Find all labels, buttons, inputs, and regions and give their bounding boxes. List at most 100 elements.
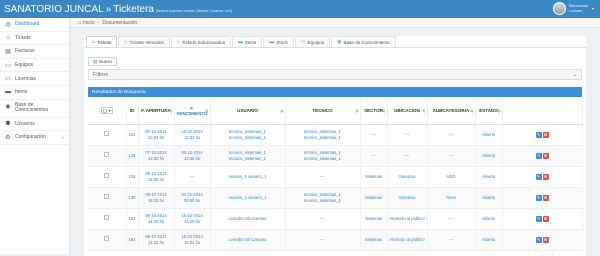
row-select-cell [88,187,127,209]
ticket-subcategoria: --- [427,229,476,251]
ticket-usuario[interactable]: usuario_1 usuario_1 [210,187,286,209]
ticket-tecnico[interactable]: tecnico_sistemas_1 tecnico_sistemas_1 [285,145,361,167]
sidebar-item-tickets[interactable]: ⌂ Tickets [0,32,69,46]
tab-stock[interactable]: ▬ Stock [263,36,294,47]
edit-button[interactable]: ✎ [535,236,542,243]
column-header-ubicacion[interactable]: UBICACION ⇅ [387,98,428,125]
column-header-vencimiento[interactable]: F. VENCIMIENTO ⇅ [174,98,211,125]
app-brand[interactable]: SANATORIO JUNCAL» Ticketera (Branch Common… [0,4,232,15]
table-row[interactable]: 152 09-10-2014 14:29 hs 16-10-2014 14:29… [88,208,583,230]
column-header-tecnico[interactable]: TECNICO ⇅ [285,98,361,125]
sidebar-item-dashboard[interactable]: ◍ Dashboard [0,18,69,32]
delete-button[interactable]: ✖ [542,215,549,222]
table-row[interactable]: 124 07-10-2014 13:34 hs 15-10-2014 13:33… [88,124,583,146]
breadcrumb-current: Documentación [102,19,138,26]
column-header-id[interactable]: ID [126,98,139,125]
ticket-id[interactable]: 130 [126,187,139,209]
edit-button[interactable]: ✎ [535,173,542,180]
tab-label: Stock [276,39,288,45]
row-checkbox[interactable] [104,215,110,221]
tab-items[interactable]: ▬ Items [232,36,263,47]
edit-button[interactable]: ✎ [535,215,542,222]
ticket-tecnico[interactable]: --- [285,229,361,251]
ticket-id[interactable]: 125 [126,145,139,167]
list-icon: ▬ [238,39,244,45]
table-row[interactable]: 125 07-10-2014 13:36 hs 30-10-2014 13:36… [88,145,583,167]
column-header-apertura[interactable]: F. APERTURA ⇅ [138,98,175,125]
column-header-sector[interactable]: SECTOR ⇅ [360,98,388,125]
sidebar-item-label: Licencias [15,75,36,82]
row-actions: ✎ ✖ [502,145,583,167]
sidebar-item-items[interactable]: ▬ Items [0,86,69,100]
column-header-usuario[interactable]: USUARIO ⇅ [210,98,286,125]
caret-down-icon[interactable]: ▾ [108,108,110,113]
delete-button[interactable]: ✖ [542,236,549,243]
chevron-down-icon[interactable]: ⌄ [573,72,577,78]
ticket-usuario[interactable]: Leandro Gil Carrano [210,229,286,251]
ticket-id[interactable]: 124 [126,124,139,146]
ticket-tecnico[interactable]: tecnico_sistemas_1 tecnico_sistemas_1 [285,124,361,146]
delete-button[interactable]: ✖ [542,173,549,180]
row-checkbox[interactable] [104,131,110,137]
tab-tickets[interactable]: ⌂ Tickets [86,36,118,47]
ticket-usuario[interactable]: Leandro Gil Carrano [210,208,286,230]
row-checkbox[interactable] [104,236,110,242]
home-icon[interactable]: ⌂ [78,20,81,26]
ticket-apertura: 09-10-2014 14:31 hs [138,229,175,251]
table-row[interactable]: 154 09-10-2014 14:31 hs 16-10-2014 14:31… [88,229,583,251]
user-menu[interactable]: Bienvenido, Luciano ▾ [553,2,594,15]
edit-button[interactable]: ✎ [535,152,542,159]
tab-tickets-vencidos[interactable]: ⌂ Tickets Vencidos [118,36,170,47]
tab-base-conocimiento[interactable]: ◉ Base de Conocimiento [331,36,396,47]
module-name: Ticketera [113,3,154,15]
sort-icon: ⇅ [169,108,173,114]
select-all-checkbox[interactable]: ▾ [100,107,113,115]
column-header-estado[interactable]: ESTADO ⇅ [475,98,503,125]
row-checkbox[interactable] [104,194,110,200]
sidebar-item-usuarios[interactable]: ⚉ Usuarios [0,118,69,132]
row-select-cell [88,124,127,146]
sidebar-item-label: Dashboard [15,21,40,28]
actions-header [502,98,583,125]
column-label: SECTOR [364,108,383,114]
row-checkbox[interactable] [104,173,110,179]
ticket-usuario[interactable]: tecnico_sistemas_1 tecnico_sistemas_1 [210,124,286,146]
select-all-header: ▾ [88,98,127,125]
ticket-usuario[interactable]: usuario_1 usuario_1 [210,166,286,188]
ticket-tecnico[interactable]: tecnico_sistemas_1 tecnico_sistemas_1 [285,187,361,209]
ticket-usuario[interactable]: tecnico_sistemas_1 tecnico_sistemas_1 [210,145,286,167]
sidebar-item-facturas[interactable]: ▤ Facturas [0,45,69,59]
ticket-id[interactable]: 154 [126,229,139,251]
tab-label: Tickets Solucionados [181,39,226,45]
tickets-table: ▾ ID F. APERTURA ⇅ F. VENCIMIENTO ⇅ USUARI… [88,98,583,251]
table-row[interactable]: 128 08-10-2014 15:26 hs --- usuario_1 us… [88,166,583,188]
column-header-subcategoria[interactable]: SUBCATEGORIA ⇅ [427,98,476,125]
breadcrumb-home[interactable]: Inicio [83,20,95,26]
ticket-subcategoria: --- [427,208,476,230]
ticket-apertura: 07-10-2014 13:36 hs [138,145,175,167]
edit-button[interactable]: ✎ [535,131,542,138]
delete-button[interactable]: ✖ [542,131,549,138]
sidebar-item-equipos[interactable]: ▭ Equipos [0,59,69,73]
table-row[interactable]: 130 08-10-2014 15:28 hs 30-10-2014 00:00… [88,187,583,209]
row-checkbox[interactable] [104,152,110,158]
tab-equipos[interactable]: ▭ Equipos [294,36,331,47]
sidebar-item-licencias[interactable]: ▭ Licencias [0,72,69,86]
ticket-apertura: 07-10-2014 13:34 hs [138,124,175,146]
sidebar-item-configuracion[interactable]: ⚙ Configuración ⌄ [0,131,69,145]
filters-panel[interactable]: Filtros ⌄ [88,69,582,80]
ticket-tecnico[interactable]: --- [285,208,361,230]
user-name: Luciano [569,8,583,13]
tab-label: Equipos [307,39,325,45]
edit-button[interactable]: ✎ [535,194,542,201]
checkbox[interactable] [102,108,108,113]
monitor-icon: ▭ [300,39,306,45]
ticket-id[interactable]: 128 [126,166,139,188]
delete-button[interactable]: ✖ [542,194,549,201]
ticket-tecnico[interactable]: --- [285,166,361,188]
ticket-id[interactable]: 152 [126,208,139,230]
new-button[interactable]: ▤ Nuevo [88,57,117,66]
sidebar-item-base-conocimientos[interactable]: ◉ Base de Conocimientos [0,100,69,118]
delete-button[interactable]: ✖ [542,152,549,159]
tab-tickets-solucionados[interactable]: ⌂ Tickets Solucionados [170,36,232,47]
